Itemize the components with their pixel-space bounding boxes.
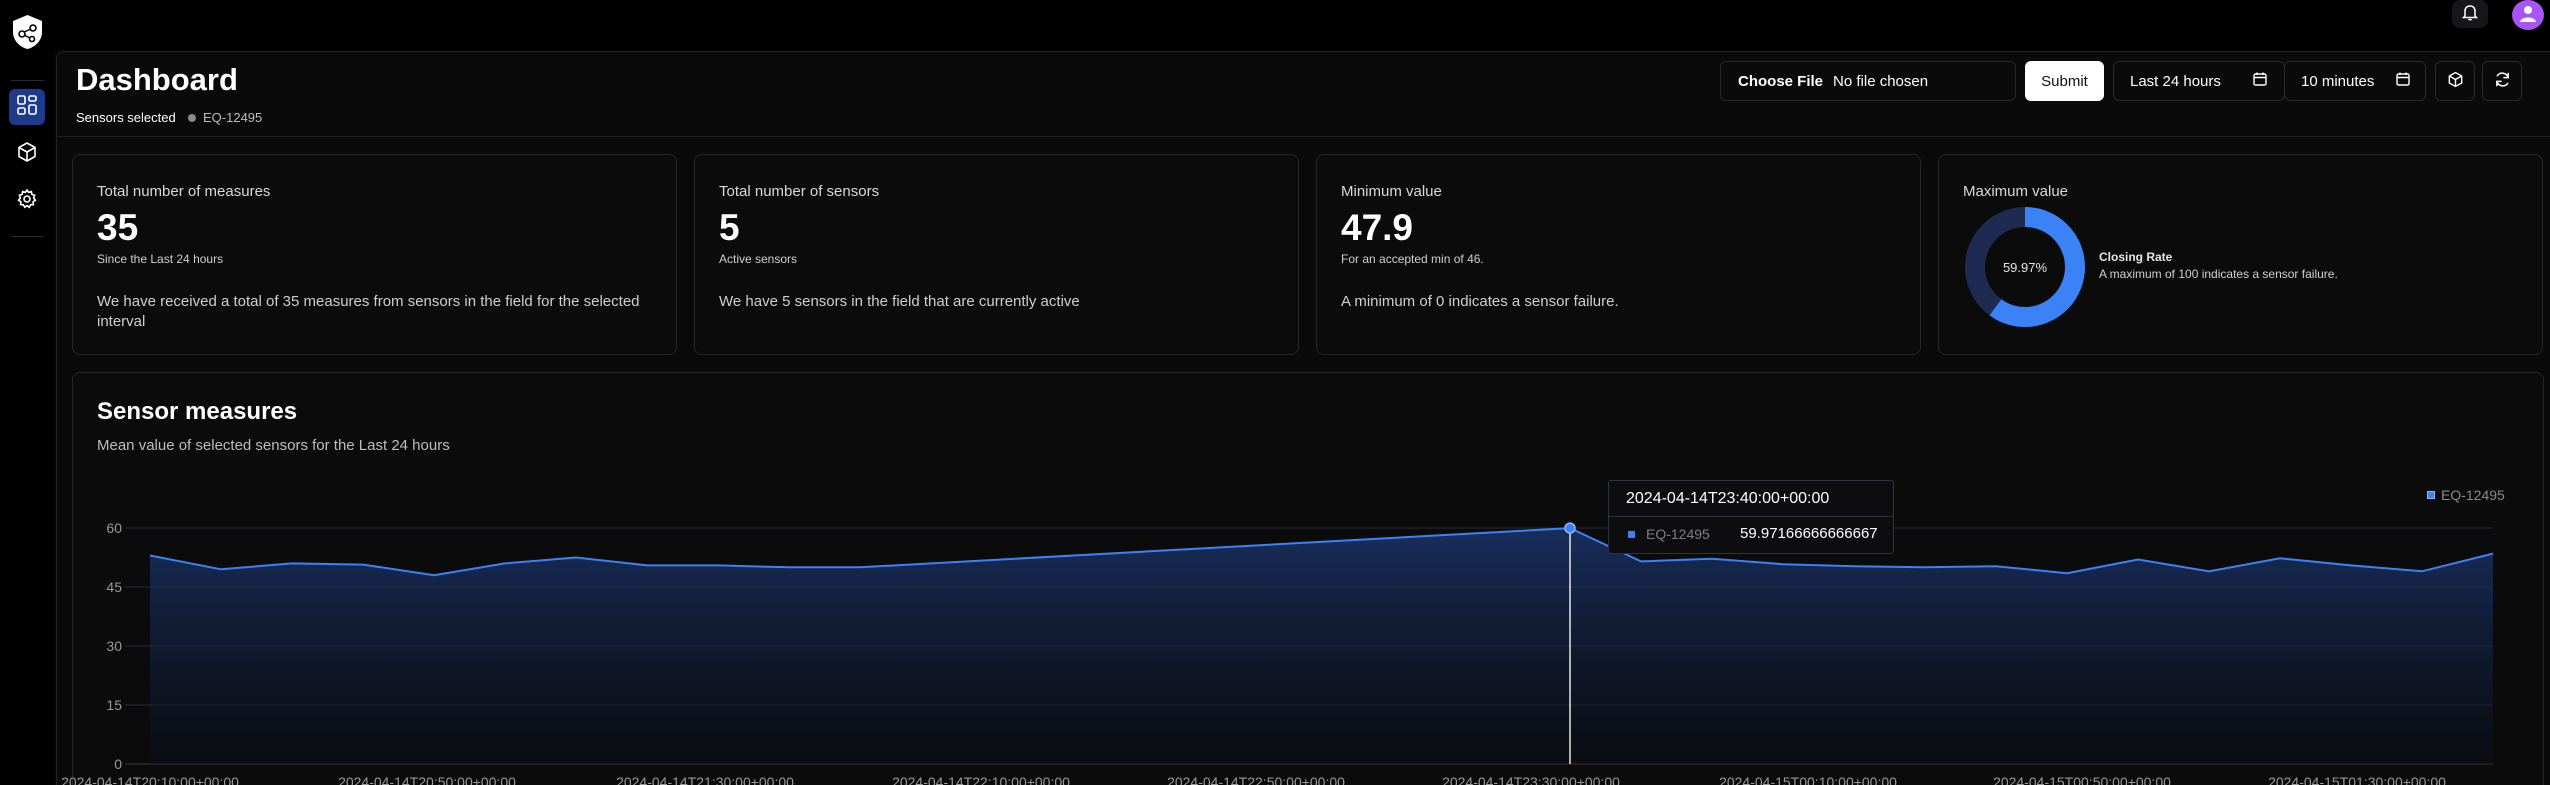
tooltip-value: 59.97166666666667 bbox=[1740, 525, 1878, 542]
tooltip-divider bbox=[1609, 516, 1893, 517]
x-tick-label: 2024-04-14T23:30:00+00:00 bbox=[1442, 774, 1620, 785]
y-tick-label: 15 bbox=[106, 697, 122, 713]
x-tick-label: 2024-04-14T20:10:00+00:00 bbox=[61, 774, 239, 785]
x-tick-label: 2024-04-15T00:50:00+00:00 bbox=[1993, 774, 2171, 785]
sensor-measures-chart[interactable]: 0 15 30 45 60 2024-04-14T20:10:00+00:00 2024-0… bbox=[0, 0, 2550, 785]
chart-legend[interactable]: EQ-12495 bbox=[2427, 487, 2505, 503]
tooltip-time: 2024-04-14T23:40:00+00:00 bbox=[1626, 490, 1830, 507]
x-tick-label: 2024-04-14T21:30:00+00:00 bbox=[616, 774, 794, 785]
y-tick-label: 0 bbox=[114, 756, 122, 772]
tooltip-swatch bbox=[1628, 531, 1635, 538]
y-tick-label: 60 bbox=[106, 520, 122, 536]
y-tick-label: 45 bbox=[106, 579, 122, 595]
tooltip-series: EQ-12495 bbox=[1646, 526, 1710, 542]
legend-label: EQ-12495 bbox=[2441, 487, 2505, 503]
highlight-point[interactable] bbox=[1564, 522, 1576, 534]
x-tick-label: 2024-04-14T22:50:00+00:00 bbox=[1167, 774, 1345, 785]
x-tick-label: 2024-04-14T20:50:00+00:00 bbox=[338, 774, 516, 785]
x-tick-label: 2024-04-15T00:10:00+00:00 bbox=[1719, 774, 1897, 785]
x-tick-label: 2024-04-14T22:10:00+00:00 bbox=[892, 774, 1070, 785]
chart-tooltip: 2024-04-14T23:40:00+00:00 EQ-12495 59.97… bbox=[1608, 480, 1894, 554]
legend-swatch bbox=[2427, 491, 2435, 499]
y-tick-label: 30 bbox=[106, 638, 122, 654]
x-tick-label: 2024-04-15T01:30:00+00:00 bbox=[2268, 774, 2446, 785]
